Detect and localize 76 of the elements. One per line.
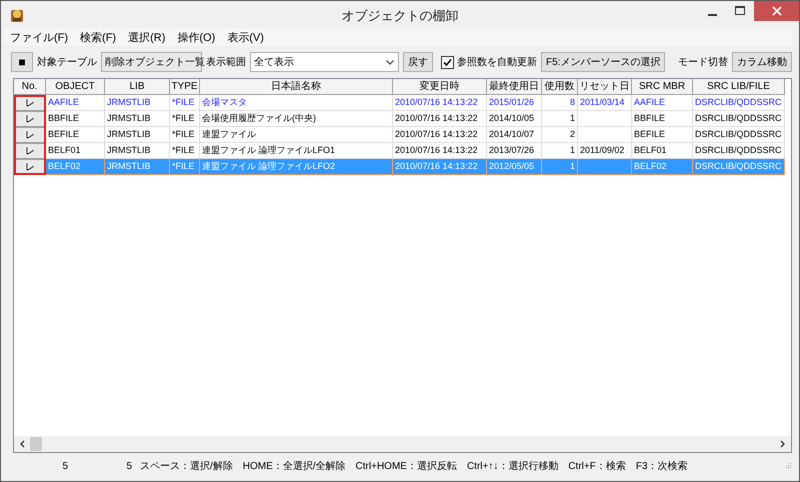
table-cell: *FILE: [170, 111, 200, 127]
column-header[interactable]: No.: [14, 79, 46, 95]
menu-item[interactable]: 表示(V): [221, 30, 270, 44]
table-cell: *FILE: [170, 95, 200, 111]
minimize-icon: [708, 14, 716, 16]
scroll-thumb[interactable]: [30, 437, 42, 451]
table-cell: 2010/07/16 14:13:22: [393, 159, 487, 175]
table-cell: BEFILE: [632, 127, 693, 143]
table-cell: JRMSTLIB: [105, 111, 170, 127]
table-cell: 連盟ファイル 論理ファイルLFO2: [200, 159, 393, 175]
table-cell: 連盟ファイル: [200, 127, 393, 143]
table-cell: JRMSTLIB: [105, 127, 170, 143]
column-header[interactable]: 変更日時: [393, 79, 487, 95]
range-label: 表示範囲: [206, 56, 246, 69]
table-cell: 会場マスタ: [200, 95, 393, 111]
table-cell: BELF02: [46, 159, 105, 175]
table-cell: 2011/03/14: [578, 95, 632, 111]
column-header[interactable]: LIB: [105, 79, 170, 95]
table-cell: 2014/10/05: [487, 111, 542, 127]
column-header[interactable]: 最終使用日: [487, 79, 542, 95]
dropdown-caret-icon: [386, 60, 394, 64]
table-cell: DSRCLIB/QDDSSRC: [693, 95, 785, 111]
table-label: 対象テーブル: [37, 56, 97, 69]
table-cell: 2012/05/05: [487, 159, 542, 175]
menu-item[interactable]: 操作(O): [171, 30, 222, 44]
table-cell: JRMSTLIB: [105, 95, 170, 111]
checkbox[interactable]: [441, 56, 454, 68]
menu-item[interactable]: 選択(R): [122, 30, 172, 44]
checkbox-label: 参照数を自動更新: [457, 56, 537, 69]
column-header[interactable]: 使用数: [542, 79, 578, 95]
horizontal-scrollbar[interactable]: [14, 436, 791, 452]
table-select[interactable]: 削除オブジェクト一覧: [101, 52, 202, 72]
table-cell: *FILE: [170, 127, 200, 143]
status-count: 5: [125, 460, 133, 472]
close-button[interactable]: [754, 1, 799, 21]
table-cell: 2015/01/26: [487, 95, 542, 111]
table-cell: 2014/10/07: [487, 127, 542, 143]
column-header[interactable]: リセット日: [578, 79, 632, 95]
close-icon: [772, 6, 782, 16]
column-header[interactable]: TYPE: [170, 79, 200, 95]
stop-button[interactable]: ■: [11, 52, 33, 72]
table-cell: BEFILE: [46, 127, 105, 143]
column-header[interactable]: 日本語名称: [200, 79, 393, 95]
table-cell: BELF02: [632, 159, 693, 175]
table-cell: BBFILE: [632, 111, 693, 127]
table-cell: DSRCLIB/QDDSSRC: [693, 127, 785, 143]
maximize-icon: [735, 6, 745, 16]
column-header[interactable]: OBJECT: [46, 79, 105, 95]
table-cell: 2: [542, 127, 578, 143]
table-cell: DSRCLIB/QDDSSRC: [693, 159, 785, 175]
table-cell: 2010/07/16 14:13:22: [393, 95, 487, 111]
mode-label: モード切替: [678, 56, 728, 69]
table-cell: 1: [542, 159, 578, 175]
table-cell: [578, 159, 632, 175]
table-cell: *FILE: [170, 159, 200, 175]
column-header[interactable]: SRC LIB/FILE: [693, 79, 785, 95]
table-cell: AAFILE: [632, 95, 693, 111]
table-cell: 2010/07/16 14:13:22: [393, 127, 487, 143]
table-cell: 2010/07/16 14:13:22: [393, 111, 487, 127]
table-cell: BBFILE: [46, 111, 105, 127]
menu-item[interactable]: 検索(F): [74, 30, 122, 44]
table-cell: JRMSTLIB: [105, 159, 170, 175]
table-cell: DSRCLIB/QDDSSRC: [693, 111, 785, 127]
status-count: 5: [61, 460, 69, 472]
table-cell: AAFILE: [46, 95, 105, 111]
status-help-text: スペース：選択/解除 HOME：全選択/全解除 Ctrl+HOME：選択反転 Ctrl+↑↓：選択行移動 Ctrl+F：検索 F3：次検索: [140, 460, 688, 473]
table-cell: 1: [542, 111, 578, 127]
table-cell: 会場使用履歴ファイル(中央): [200, 111, 393, 127]
menu-item[interactable]: ファイル(F): [4, 30, 74, 44]
window-title: オブジェクトの棚卸: [340, 7, 460, 25]
table-cell: 8: [542, 95, 578, 111]
column-header[interactable]: SRC MBR: [632, 79, 693, 95]
column-move-button[interactable]: カラム移動: [732, 52, 792, 72]
range-select[interactable]: 全て表示: [250, 52, 399, 72]
member-source-button[interactable]: F5:メンバーソースの選択: [541, 52, 666, 72]
back-button[interactable]: 戻す: [403, 52, 433, 72]
